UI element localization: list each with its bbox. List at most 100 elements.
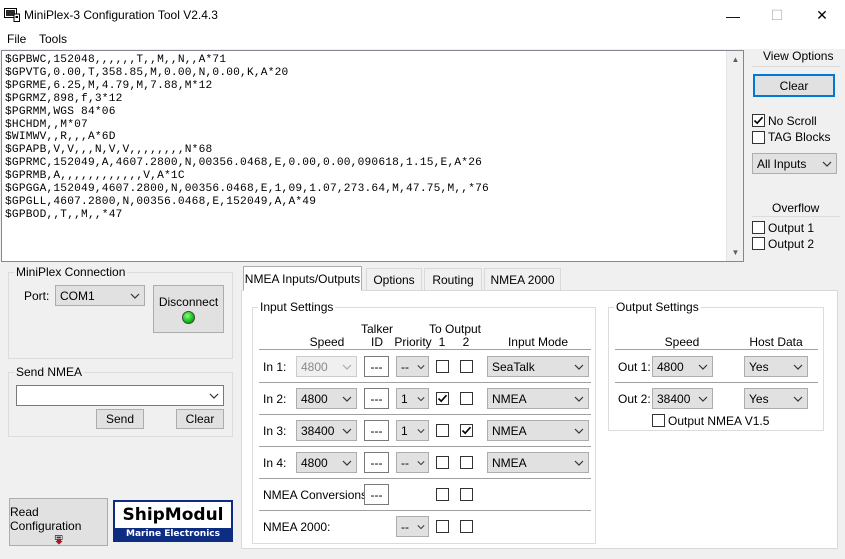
check-icon	[461, 426, 472, 435]
chevron-down-icon	[574, 460, 584, 466]
nmea-log[interactable]: $GPBWC,152048,,,,,,T,,M,,N,,A*71 $GPVTG,0…	[1, 50, 744, 262]
overflow-output2-label: Output 2	[768, 237, 815, 251]
log-line: $GPVTG,0.00,T,358.85,M,0.00,N,0.00,K,A*2…	[5, 66, 289, 79]
disconnect-label: Disconnect	[158, 295, 219, 309]
in4-priority-select[interactable]: --	[396, 452, 429, 473]
disconnect-button[interactable]: Disconnect	[153, 285, 224, 333]
log-line: $PGRME,6.25,M,4.79,M,7.88,M*12	[5, 79, 213, 92]
clear-log-button[interactable]: Clear	[753, 74, 835, 97]
output-settings-title: Output Settings	[614, 300, 701, 314]
in1-speed-select[interactable]: 4800	[296, 356, 357, 377]
header-talker: Talker	[360, 322, 393, 336]
in3-speed-value: 38400	[301, 423, 335, 438]
in2-mode-value: NMEA	[492, 391, 527, 406]
chevron-down-icon	[342, 460, 352, 466]
chevron-down-icon	[417, 396, 425, 401]
tab-nmea-2000[interactable]: NMEA 2000	[484, 268, 561, 290]
menu-file[interactable]: File	[7, 32, 26, 46]
log-line: $PGRMM,WGS 84*06	[5, 105, 116, 118]
output-header-host-data: Host Data	[749, 335, 803, 349]
in2-mode-select[interactable]: NMEA	[487, 388, 589, 409]
in1-talker-input[interactable]: ---	[364, 356, 389, 377]
in2-priority-select[interactable]: 1	[396, 388, 429, 409]
in3-output1-checkbox[interactable]	[436, 424, 449, 437]
log-scrollbar[interactable]: ▲ ▼	[726, 51, 743, 261]
send-nmea-title: Send NMEA	[14, 365, 85, 379]
scroll-down-icon[interactable]: ▼	[727, 244, 743, 261]
tab-options[interactable]: Options	[366, 268, 422, 290]
log-line: $GPRMB,A,,,,,,,,,,,,V,A*1C	[5, 170, 185, 183]
overflow-output1-checkbox[interactable]	[752, 221, 765, 234]
overflow-output2-checkbox[interactable]	[752, 237, 765, 250]
in1-output1-checkbox[interactable]	[436, 360, 449, 373]
nmea2000-priority-select[interactable]: --	[396, 516, 429, 537]
header-input-mode: Input Mode	[507, 335, 569, 349]
send-button[interactable]: Send	[96, 409, 144, 429]
conversions-talker-input[interactable]: ---	[364, 484, 389, 505]
input-filter-value: All Inputs	[757, 156, 807, 171]
chevron-down-icon	[342, 396, 352, 402]
tag-blocks-checkbox[interactable]	[752, 131, 765, 144]
in3-priority-select[interactable]: 1	[396, 420, 429, 441]
out2-speed-select[interactable]: 38400	[652, 388, 713, 409]
input-filter-select[interactable]: All Inputs	[752, 153, 837, 174]
overflow-divider	[752, 216, 840, 217]
chevron-down-icon	[574, 396, 584, 402]
in4-label: In 4:	[263, 456, 287, 470]
tab-nmea-inputs-outputs[interactable]: NMEA Inputs/Outputs	[243, 266, 362, 291]
maximize-button[interactable]: ☐	[754, 0, 800, 31]
in3-output2-checkbox[interactable]	[460, 424, 473, 437]
tag-blocks-label: TAG Blocks	[768, 130, 831, 144]
no-scroll-checkbox[interactable]	[752, 114, 765, 127]
port-value: COM1	[60, 288, 95, 303]
out1-speed-select[interactable]: 4800	[652, 356, 713, 377]
chevron-down-icon	[342, 428, 352, 434]
menu-tools[interactable]: Tools	[39, 32, 67, 46]
nmea2000-output2-checkbox[interactable]	[460, 520, 473, 533]
shipmodul-logo: ShipModul Marine Electronics	[113, 500, 233, 542]
conversions-output2-checkbox[interactable]	[460, 488, 473, 501]
in1-mode-value: SeaTalk	[492, 359, 535, 374]
log-line: $WIMWV,,R,,,A*6D	[5, 131, 116, 144]
view-options-divider	[752, 66, 840, 67]
read-configuration-button[interactable]: Read Configuration	[9, 498, 108, 546]
output-nmea-v15-checkbox[interactable]	[652, 414, 665, 427]
scroll-up-icon[interactable]: ▲	[727, 51, 743, 68]
in3-mode-select[interactable]: NMEA	[487, 420, 589, 441]
in2-output1-checkbox[interactable]	[436, 392, 449, 405]
close-button[interactable]: ✕	[799, 0, 845, 31]
out2-host-data-select[interactable]: Yes	[744, 388, 808, 409]
in4-output2-checkbox[interactable]	[460, 456, 473, 469]
send-clear-button[interactable]: Clear	[176, 409, 224, 429]
in4-output1-checkbox[interactable]	[436, 456, 449, 469]
active-tab-connector	[244, 289, 361, 291]
log-line: $GPBOD,,T,,M,,*47	[5, 208, 123, 221]
chevron-down-icon	[209, 393, 219, 399]
conversions-output1-checkbox[interactable]	[436, 488, 449, 501]
in2-talker-input[interactable]: ---	[364, 388, 389, 409]
send-nmea-input[interactable]	[16, 385, 224, 406]
in1-mode-select[interactable]: SeaTalk	[487, 356, 589, 377]
in1-output2-checkbox[interactable]	[460, 360, 473, 373]
download-device-icon	[54, 535, 63, 545]
port-select[interactable]: COM1	[55, 285, 145, 306]
input-settings-title: Input Settings	[258, 300, 336, 314]
overflow-title: Overflow	[772, 201, 820, 215]
in2-output2-checkbox[interactable]	[460, 392, 473, 405]
in3-talker-input[interactable]: ---	[364, 420, 389, 441]
chevron-down-icon	[417, 524, 425, 529]
minimize-button[interactable]: —	[710, 0, 756, 31]
nmea2000-output1-checkbox[interactable]	[436, 520, 449, 533]
in1-priority-select[interactable]: --	[396, 356, 429, 377]
in4-talker-input[interactable]: ---	[364, 452, 389, 473]
in4-mode-select[interactable]: NMEA	[487, 452, 589, 473]
out1-host-data-select[interactable]: Yes	[744, 356, 808, 377]
in2-speed-select[interactable]: 4800	[296, 388, 357, 409]
output-nmea-v15-label: Output NMEA V1.5	[668, 414, 770, 428]
in4-speed-select[interactable]: 4800	[296, 452, 357, 473]
chevron-down-icon	[698, 364, 708, 370]
log-line: $GPGLL,4607.2800,N,00356.0468,E,152049,A…	[5, 195, 317, 208]
header-output-1: 1	[438, 335, 446, 349]
in3-speed-select[interactable]: 38400	[296, 420, 357, 441]
tab-routing[interactable]: Routing	[424, 268, 482, 290]
